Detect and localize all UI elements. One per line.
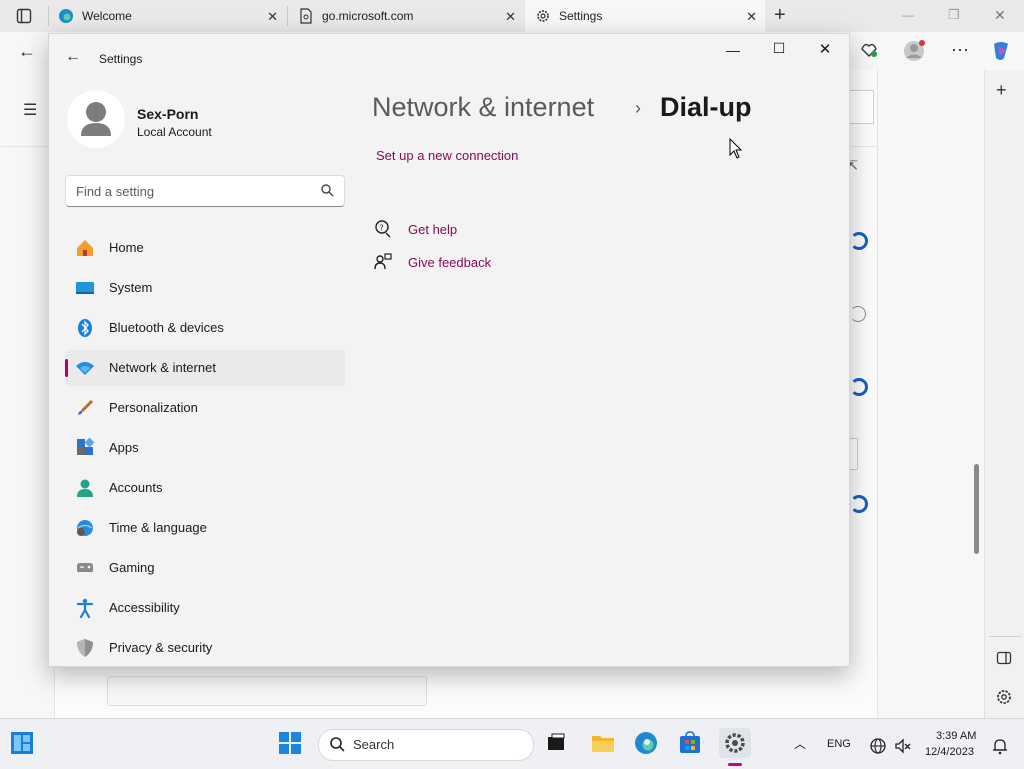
nav-item-personalization[interactable]: Personalization: [65, 390, 345, 426]
tab-actions-icon[interactable]: [16, 8, 32, 29]
tab-welcome[interactable]: Welcome ✕: [48, 0, 286, 32]
browser-sidebar: +: [974, 70, 1024, 718]
restore-browser-button[interactable]: ❐: [948, 7, 960, 23]
sidebar-settings-icon[interactable]: [995, 688, 1013, 711]
radio-icon[interactable]: [850, 495, 868, 513]
browser-back-icon[interactable]: ←: [18, 41, 36, 62]
maximize-button[interactable]: ☐: [767, 40, 791, 57]
nav-item-bluetooth[interactable]: Bluetooth & devices: [65, 310, 345, 346]
close-tab-icon[interactable]: ✕: [267, 9, 278, 25]
split-screen-icon[interactable]: [996, 650, 1012, 671]
volume-muted-icon[interactable]: [889, 732, 917, 760]
sidebar-add-icon[interactable]: +: [996, 80, 1007, 101]
show-hidden-icons[interactable]: ︿: [794, 735, 806, 752]
radio-icon[interactable]: [850, 378, 868, 396]
start-button-icon[interactable]: [276, 729, 304, 757]
close-button[interactable]: ✕: [813, 40, 837, 58]
taskbar-search-box[interactable]: Search: [318, 729, 534, 761]
network-tray-icon[interactable]: [864, 732, 892, 760]
widgets-icon[interactable]: [8, 729, 36, 757]
profile-avatar-icon[interactable]: [903, 40, 925, 67]
search-icon: [320, 183, 334, 202]
nav-item-privacy[interactable]: Privacy & security: [65, 630, 345, 666]
mouse-cursor-icon: [729, 137, 743, 165]
setup-new-connection-link[interactable]: Set up a new connection: [376, 148, 518, 163]
account-type: Local Account: [137, 125, 212, 139]
nav-item-network[interactable]: Network & internet: [65, 350, 345, 386]
close-tab-icon[interactable]: ✕: [505, 9, 516, 25]
close-tab-icon[interactable]: ✕: [746, 9, 757, 25]
nav-item-accessibility[interactable]: Accessibility: [65, 590, 345, 626]
back-arrow-icon[interactable]: ←: [65, 48, 81, 66]
clock-date[interactable]: 12/4/2023: [925, 746, 974, 758]
settings-window: ← Settings — ☐ ✕ Sex-Porn Local Account …: [48, 33, 850, 667]
minimize-browser-button[interactable]: —: [902, 8, 914, 22]
give-feedback-icon: [374, 253, 392, 271]
apps-icon: [75, 437, 95, 458]
clock-time[interactable]: 3:39 AM: [936, 730, 976, 742]
tab-title: Settings: [559, 9, 603, 23]
browser-tab-bar: Welcome ✕ go.microsoft.com ✕ Settings ✕ …: [0, 0, 1024, 32]
find-setting-input[interactable]: Find a setting: [65, 175, 345, 207]
svg-text:?: ?: [380, 224, 384, 233]
wifi-icon: [75, 358, 95, 378]
globe-clock-icon: [75, 518, 95, 538]
window-title: Settings: [99, 52, 143, 66]
accounts-icon: [75, 478, 95, 498]
tab-title: go.microsoft.com: [322, 9, 414, 23]
edge-taskbar-icon[interactable]: [632, 729, 660, 757]
user-name: Sex-Porn: [137, 106, 199, 122]
shield-icon: [75, 638, 95, 658]
system-icon: [75, 278, 95, 298]
new-tab-button[interactable]: +: [774, 4, 786, 27]
breadcrumb-section[interactable]: Network & internet: [372, 92, 594, 123]
nav-item-gaming[interactable]: Gaming: [65, 550, 345, 586]
browser-essentials-icon[interactable]: [860, 40, 878, 63]
nav-item-home[interactable]: Home: [65, 230, 345, 266]
file-explorer-icon[interactable]: [589, 729, 617, 757]
search-placeholder: Find a setting: [76, 184, 155, 199]
taskbar-search-label: Search: [353, 737, 395, 752]
notifications-icon[interactable]: [986, 732, 1014, 760]
selected-indicator: [65, 359, 68, 377]
bluetooth-icon: [75, 318, 95, 338]
settings-taskbar-icon[interactable]: [719, 728, 751, 758]
get-help-icon: ?: [374, 220, 392, 238]
page-title: Dial-up: [660, 92, 752, 122]
page-scrollbar-thumb[interactable]: [974, 464, 979, 554]
tab-title: Welcome: [82, 9, 132, 23]
nav-item-time-language[interactable]: Time & language: [65, 510, 345, 546]
home-icon: [75, 238, 95, 258]
tab-settings[interactable]: Settings ✕: [525, 0, 765, 32]
task-view-icon[interactable]: [542, 729, 570, 757]
edge-icon: [58, 8, 74, 24]
nav-item-accounts[interactable]: Accounts: [65, 470, 345, 506]
taskbar-search-icon: [329, 736, 345, 755]
gamepad-icon: [75, 558, 95, 578]
more-options-icon[interactable]: ⋯: [951, 40, 969, 61]
minimize-button[interactable]: —: [721, 42, 745, 58]
breadcrumb-separator: ›: [635, 98, 641, 118]
get-help-link[interactable]: Get help: [408, 222, 457, 237]
give-feedback-link[interactable]: Give feedback: [408, 255, 491, 270]
store-icon[interactable]: [676, 729, 704, 757]
active-app-indicator: [728, 763, 742, 766]
document-icon: [298, 8, 314, 24]
tab-go-microsoft[interactable]: go.microsoft.com ✕: [288, 0, 524, 32]
language-indicator[interactable]: ENG: [827, 738, 851, 750]
avatar[interactable]: [67, 90, 125, 148]
radio-icon[interactable]: [850, 306, 866, 322]
nav-item-apps[interactable]: Apps: [65, 430, 345, 466]
nav-item-system[interactable]: System: [65, 270, 345, 306]
gear-icon: [535, 8, 551, 24]
hamburger-menu-icon[interactable]: ☰: [23, 100, 37, 120]
brush-icon: [75, 398, 95, 418]
accessibility-icon: [75, 598, 95, 619]
radio-icon[interactable]: [850, 232, 868, 250]
close-browser-button[interactable]: ✕: [994, 7, 1006, 24]
copilot-icon[interactable]: [990, 40, 1012, 67]
taskbar: Search ︿ ENG 3:39 AM 12/4/2023: [0, 718, 1024, 769]
